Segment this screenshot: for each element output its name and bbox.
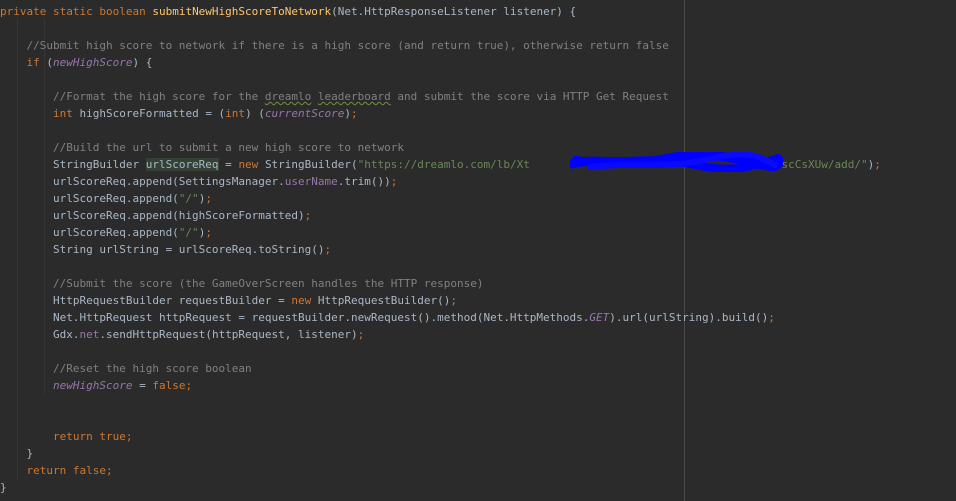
code-line[interactable]: [0, 71, 881, 88]
code-token: (: [46, 56, 53, 69]
code-line[interactable]: //Submit the score (the GameOverScreen h…: [0, 275, 881, 292]
code-token: //Format the high score for the: [0, 90, 265, 103]
code-token: "/": [178, 192, 199, 205]
code-token: StringBuilder(: [264, 158, 358, 171]
code-token: .sendHttpRequest(httpRequest, listener): [99, 328, 358, 341]
code-token: newHighScore: [52, 56, 133, 69]
code-token: return false;: [0, 464, 113, 477]
code-line[interactable]: [0, 411, 881, 428]
code-token: urlScoreReq: [145, 158, 219, 171]
code-token: false;: [152, 379, 193, 392]
code-line[interactable]: }: [0, 445, 881, 462]
code-token: //Submit high score to network if there …: [0, 39, 669, 52]
code-token: dreamlo: [264, 90, 312, 103]
code-line[interactable]: String urlString = urlScoreReq.toString(…: [0, 241, 881, 258]
code-token: return true;: [0, 430, 133, 443]
code-token: urlScoreReq.append(SettingsManager.: [0, 175, 285, 188]
code-token: ;: [324, 243, 332, 256]
code-token: ;: [351, 107, 358, 120]
code-line[interactable]: //Reset the high score boolean: [0, 360, 881, 377]
code-token: .trim()): [337, 175, 391, 188]
code-token: urlScoreReq.append(: [0, 226, 179, 239]
code-token: private static boolean: [0, 5, 153, 18]
code-token: Net.HttpRequest httpRequest = requestBui…: [0, 311, 590, 324]
code-line[interactable]: urlScoreReq.append("/");: [0, 224, 881, 241]
code-line[interactable]: //Submit high score to network if there …: [0, 37, 881, 54]
code-token: ).url(urlString).build(): [609, 311, 769, 324]
code-token: userName: [284, 175, 338, 188]
code-token: =: [132, 379, 153, 392]
code-token: //Submit the score (the GameOverScreen h…: [0, 277, 484, 290]
code-token: int: [0, 107, 80, 120]
code-editor[interactable]: private static boolean submitNewHighScor…: [0, 0, 956, 501]
code-token: submitNewHighScoreToNetwork: [152, 5, 332, 18]
code-line[interactable]: Gdx.net.sendHttpRequest(httpRequest, lis…: [0, 326, 881, 343]
code-line[interactable]: urlScoreReq.append(highScoreFormatted);: [0, 207, 881, 224]
code-token: int: [225, 107, 246, 120]
code-line[interactable]: return true;: [0, 428, 881, 445]
code-token: if: [0, 56, 47, 69]
code-line[interactable]: urlScoreReq.append("/");: [0, 190, 881, 207]
code-token: highScoreFormatted = (: [79, 107, 226, 120]
code-token: "/": [178, 226, 199, 239]
code-token: String urlString = urlScoreReq.toString(…: [0, 243, 325, 256]
code-token: newHighScore: [52, 379, 133, 392]
code-token: (Net.HttpResponseListener listener) {: [331, 5, 577, 18]
code-token: HttpRequestBuilder requestBuilder =: [0, 294, 292, 307]
code-token: ;: [304, 209, 312, 222]
code-token: ;: [390, 175, 398, 188]
code-token: ;: [768, 311, 775, 324]
code-line[interactable]: //Format the high score for the dreamlo …: [0, 88, 881, 105]
code-token: ;: [205, 192, 212, 205]
code-token: new: [238, 158, 265, 171]
code-token: //Reset the high score boolean: [0, 362, 252, 375]
code-line[interactable]: Net.HttpRequest httpRequest = requestBui…: [0, 309, 881, 326]
code-token: currentScore: [264, 107, 345, 120]
code-token: ) {: [132, 56, 153, 69]
code-token: ;: [874, 158, 881, 171]
code-token: net: [79, 328, 100, 341]
code-token: }: [0, 481, 7, 494]
code-line[interactable]: return false;: [0, 462, 881, 479]
code-token: urlScoreReq.append(: [0, 192, 179, 205]
code-token: HttpRequestBuilder(): [317, 294, 451, 307]
code-line[interactable]: [0, 394, 881, 411]
code-line[interactable]: [0, 343, 881, 360]
code-token: ;: [205, 226, 212, 239]
code-line[interactable]: }: [0, 479, 881, 496]
code-token: new: [291, 294, 318, 307]
code-token: ;: [450, 294, 457, 307]
code-token: GET: [589, 311, 610, 324]
code-token: ) (: [245, 107, 265, 120]
code-line[interactable]: [0, 122, 881, 139]
code-token: leaderboard: [317, 90, 391, 103]
code-token: and submit the score via HTTP Get Reques…: [390, 90, 669, 103]
code-line[interactable]: [0, 258, 881, 275]
code-line[interactable]: newHighScore = false;: [0, 377, 881, 394]
code-token: ;: [357, 328, 365, 341]
code-line[interactable]: HttpRequestBuilder requestBuilder = new …: [0, 292, 881, 309]
code-line[interactable]: private static boolean submitNewHighScor…: [0, 3, 881, 20]
code-line[interactable]: urlScoreReq.append(SettingsManager.userN…: [0, 173, 881, 190]
redaction-scribble: [570, 152, 783, 172]
code-lines[interactable]: private static boolean submitNewHighScor…: [0, 3, 881, 496]
code-token: StringBuilder: [0, 158, 146, 171]
code-token: Gdx.: [0, 328, 80, 341]
code-line[interactable]: if (newHighScore) {: [0, 54, 881, 71]
code-token: }: [0, 447, 34, 460]
code-token: //Build the url to submit a new high sco…: [0, 141, 404, 154]
code-line[interactable]: int highScoreFormatted = (int) (currentS…: [0, 105, 881, 122]
code-token: =: [218, 158, 239, 171]
code-token: urlScoreReq.append(highScoreFormatted): [0, 209, 305, 222]
code-line[interactable]: [0, 20, 881, 37]
code-token: "https://dreamlo.com/lb/Xt: [357, 158, 530, 171]
